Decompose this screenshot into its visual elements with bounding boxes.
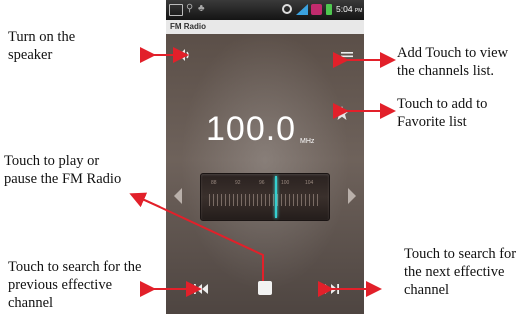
dial-number: 104 bbox=[305, 180, 314, 186]
notification-icon bbox=[169, 4, 183, 16]
radio-screen: 100.0 MHz 88 92 96 100 104 bbox=[166, 34, 364, 314]
tune-left-button[interactable] bbox=[174, 188, 182, 204]
star-icon bbox=[335, 106, 349, 120]
seek-forward-icon bbox=[325, 284, 339, 294]
frequency-display: 100.0 bbox=[206, 110, 297, 148]
tuning-dial[interactable]: 88 92 96 100 104 bbox=[200, 173, 330, 221]
speaker-button[interactable] bbox=[176, 47, 192, 63]
annotation-speaker: Turn on the speaker bbox=[8, 29, 76, 63]
frequency-unit: MHz bbox=[300, 138, 315, 145]
tune-right-button[interactable] bbox=[348, 188, 356, 204]
app-title: FM Radio bbox=[170, 22, 206, 31]
annotation-prev: Touch to search for the previous effecti… bbox=[8, 259, 142, 311]
phone-screen: ⚲ ♣ 5:04 PM FM Radio 100.0 MHz 88 92 96 … bbox=[166, 0, 364, 314]
wifi-icon bbox=[296, 4, 308, 15]
favorite-button[interactable] bbox=[334, 105, 350, 121]
status-bar: ⚲ ♣ 5:04 PM bbox=[166, 0, 364, 20]
annotation-favorite: Touch to add to Favorite list bbox=[397, 96, 488, 130]
usb-icon: ⚲ bbox=[186, 3, 194, 14]
list-icon bbox=[341, 52, 353, 61]
notification-badge-icon bbox=[311, 4, 322, 15]
battery-icon bbox=[326, 4, 332, 15]
speaker-icon bbox=[178, 49, 189, 61]
play-pause-button[interactable] bbox=[258, 281, 272, 295]
channel-list-button[interactable] bbox=[340, 48, 354, 62]
dial-number: 100 bbox=[281, 180, 290, 186]
dial-ticks bbox=[209, 194, 321, 206]
status-time-value: 5:04 bbox=[336, 4, 353, 14]
annotation-list: Add Touch to view the channels list. bbox=[397, 45, 509, 79]
seek-previous-button[interactable] bbox=[193, 282, 209, 294]
sync-icon: ♣ bbox=[198, 3, 205, 14]
app-title-bar: FM Radio bbox=[166, 20, 364, 34]
status-time-ampm: PM bbox=[354, 8, 363, 14]
dial-number: 96 bbox=[259, 180, 265, 186]
seek-back-icon bbox=[194, 284, 208, 294]
seek-next-button[interactable] bbox=[324, 282, 340, 294]
annotation-next: Touch to search for the next effective c… bbox=[404, 246, 517, 298]
dial-needle bbox=[275, 176, 277, 218]
annotation-play: Touch to play or pause the FM Radio bbox=[4, 153, 122, 187]
dial-number: 88 bbox=[211, 180, 217, 186]
dial-number: 92 bbox=[235, 180, 241, 186]
headset-icon bbox=[282, 4, 292, 14]
status-time: 5:04 PM bbox=[336, 4, 362, 14]
